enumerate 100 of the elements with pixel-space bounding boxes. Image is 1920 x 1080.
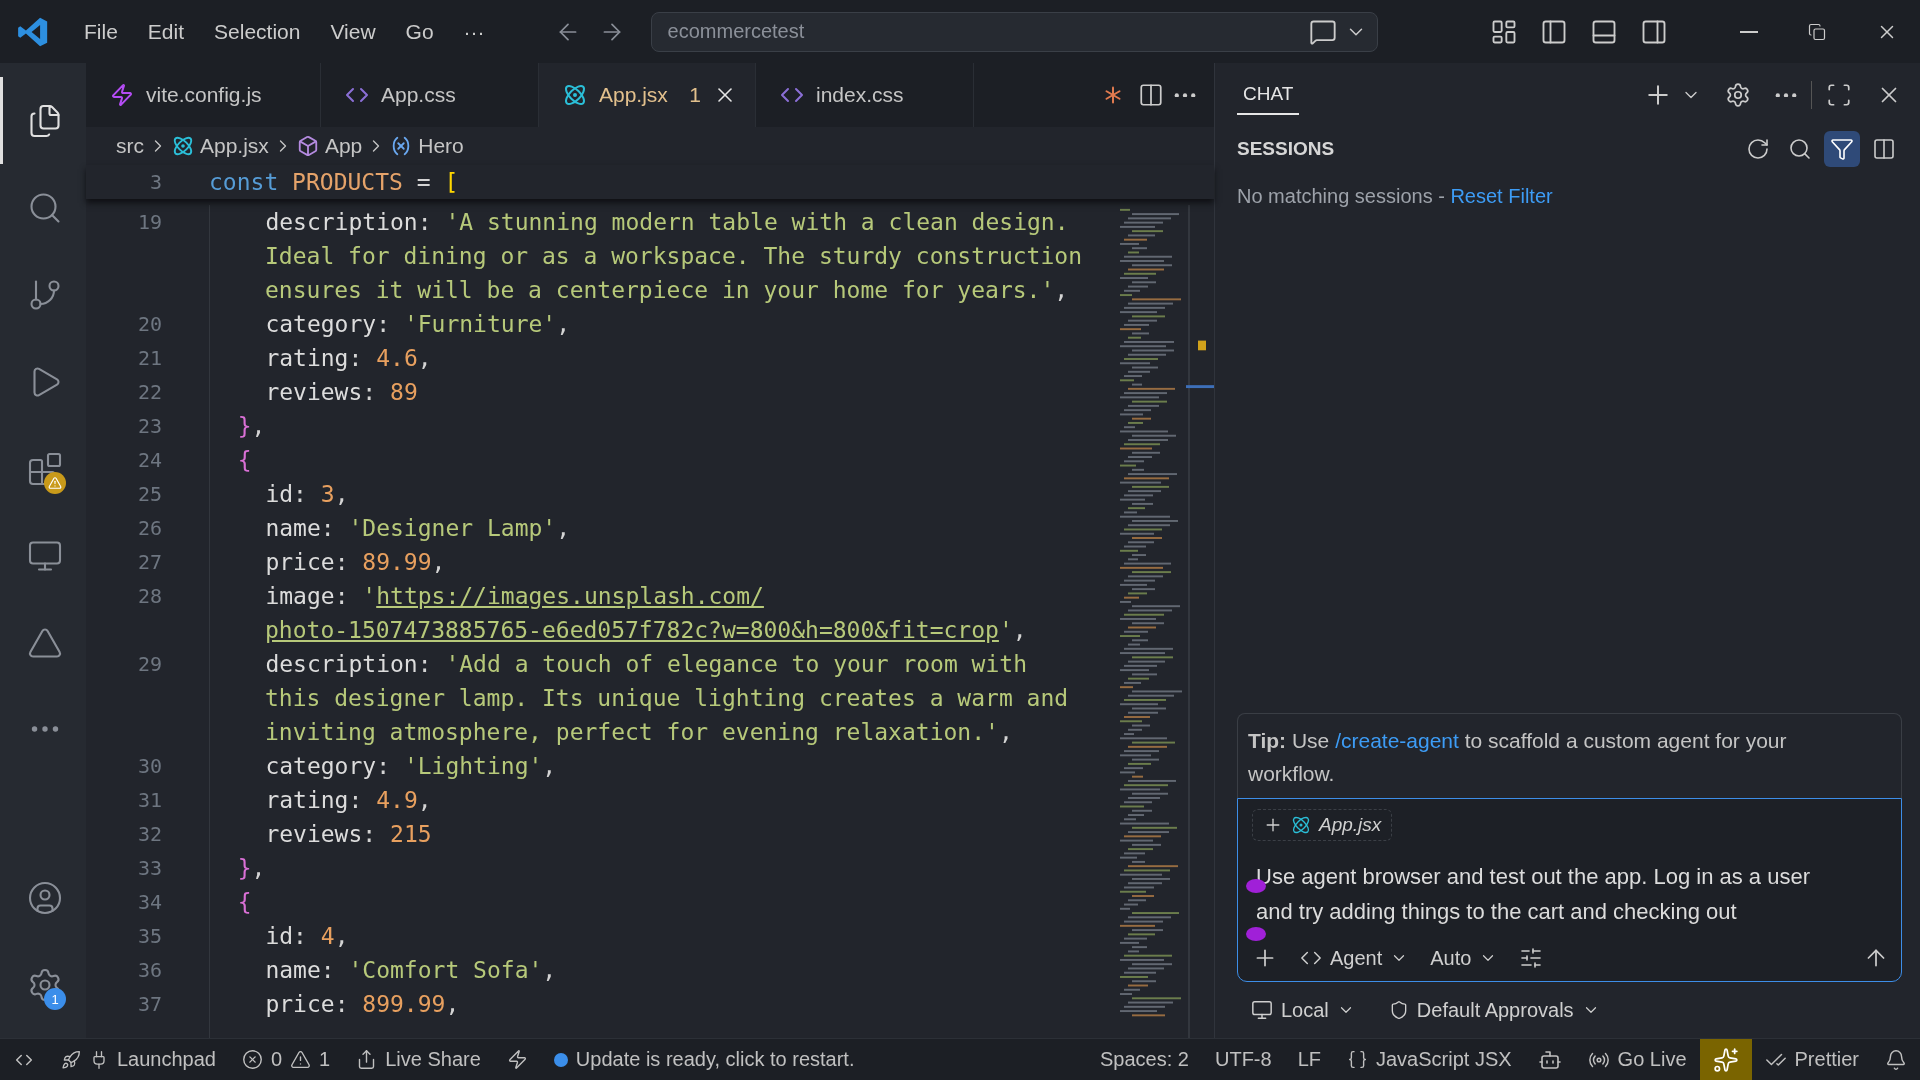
update-button[interactable]: Update is ready, click to restart. <box>540 1039 868 1080</box>
menu-item[interactable]: Go <box>393 19 446 44</box>
line-number: 3 <box>148 169 163 196</box>
line-number: 37 <box>136 991 163 1018</box>
tab-label: App.jsx <box>599 83 668 107</box>
tool-button[interactable] <box>1699 1039 1752 1080</box>
context-file-chip[interactable]: App.jsx <box>1252 809 1393 841</box>
location-dropdown[interactable]: Local <box>1251 998 1355 1022</box>
create-agent-link[interactable]: /create-agent <box>1335 729 1459 752</box>
marker-icon <box>1246 927 1266 941</box>
reset-filter-link[interactable]: Reset Filter <box>1450 185 1553 207</box>
line-number: 35 <box>136 923 163 950</box>
code-line: const PRODUCTS = [ <box>209 168 459 197</box>
more-icon[interactable] <box>1775 92 1797 98</box>
code-line: price: 899.99, <box>264 990 461 1019</box>
menu-item[interactable]: ··· <box>451 19 497 44</box>
breadcrumb-item[interactable]: App.jsx <box>172 134 269 158</box>
breadcrumb-item[interactable]: src <box>116 134 144 158</box>
rocket-icon <box>61 1049 81 1070</box>
code-line: name: 'Designer Lamp', <box>264 514 572 543</box>
line-number: 24 <box>136 447 163 474</box>
tab-label: App.css <box>381 83 456 107</box>
dot-icon <box>553 1052 568 1067</box>
warning-icon <box>290 1049 312 1070</box>
breadcrumb-item[interactable]: Hero <box>390 134 464 158</box>
menu-item[interactable]: Edit <box>135 19 197 44</box>
status-item[interactable]: UTF-8 <box>1201 1039 1285 1080</box>
lightning-icon <box>506 1049 528 1070</box>
code-line: category: 'Lighting', <box>264 752 558 781</box>
code-line: ensures it will be a centerpiece in your home for years.', <box>264 276 1070 305</box>
line-number: 30 <box>136 753 163 780</box>
error-icon <box>242 1049 263 1070</box>
code-line: }, <box>236 412 267 441</box>
code-line: rating: 4.9, <box>264 786 433 815</box>
approvals-dropdown[interactable]: Default Approvals <box>1388 998 1600 1022</box>
line-number: 32 <box>136 821 163 848</box>
status-item[interactable]: LF <box>1284 1039 1334 1080</box>
line-number: 22 <box>136 379 163 406</box>
notification-badge: 1 <box>44 988 66 1010</box>
launchpad-button[interactable]: Launchpad <box>48 1039 229 1080</box>
code-line: { <box>236 888 253 917</box>
prettier-button[interactable]: Prettier <box>1751 1039 1872 1080</box>
tab-label: index.css <box>816 83 904 107</box>
editor-tab[interactable]: App.jsx 1 <box>539 63 756 127</box>
line-number: 33 <box>136 855 163 882</box>
more-icon[interactable] <box>1174 92 1196 98</box>
cube-icon <box>296 135 319 157</box>
extensions-icon <box>26 450 63 487</box>
code-line: Ideal for dining or as a workspace. The sturdy construction <box>264 242 1083 271</box>
error-count: 0 <box>271 1048 283 1071</box>
line-number: 26 <box>136 515 163 542</box>
code-line: photo-1507473885765-e6ed057f782c?w=800&h=800&fit=crop', <box>264 616 1028 645</box>
code-line: category: 'Furniture', <box>264 310 572 339</box>
breadcrumb-item[interactable]: App <box>296 134 363 158</box>
bell-icon <box>1885 1048 1907 1071</box>
line-number: 34 <box>136 889 163 916</box>
scrollbar-drawing[interactable] <box>1186 205 1214 1038</box>
code-line: name: 'Comfort Sofa', <box>264 956 558 985</box>
problem-count: 1 <box>689 83 701 107</box>
live-share-button[interactable]: Live Share <box>343 1039 494 1080</box>
line-number: 28 <box>136 583 163 610</box>
filter-button[interactable] <box>1824 131 1860 167</box>
line-number: 25 <box>136 481 163 508</box>
code-line: reviews: 215 <box>264 820 433 849</box>
refresh-icon <box>1746 137 1770 161</box>
command-center[interactable]: ecommercetest <box>650 11 1378 52</box>
sessions-heading: SESSIONS <box>1237 138 1336 160</box>
menu-item[interactable]: Selection <box>202 19 313 44</box>
status-item[interactable]: Spaces: 2 <box>1087 1039 1202 1080</box>
sliders-icon[interactable] <box>1519 946 1544 970</box>
line-number: 31 <box>136 787 163 814</box>
code-line: image: 'https://images.unsplash.com/ <box>264 582 765 611</box>
code-line: price: 89.99, <box>264 548 447 577</box>
minimize-icon <box>1740 30 1758 33</box>
code-line: description: 'A stunning modern table with a clean design. <box>264 208 1070 237</box>
model-dropdown[interactable]: Auto <box>1430 946 1498 970</box>
menu-item[interactable]: View <box>318 19 388 44</box>
more-icon <box>30 726 59 733</box>
line-number: 21 <box>136 345 163 372</box>
menu-item[interactable]: File <box>72 19 130 44</box>
code-line: id: 3, <box>264 480 350 509</box>
problems-button[interactable]: 0 1 <box>229 1039 344 1080</box>
warning-count: 1 <box>319 1048 331 1071</box>
react-icon <box>1291 815 1311 835</box>
line-number: 36 <box>136 957 163 984</box>
chat-tab[interactable]: CHAT <box>1237 75 1300 115</box>
account-icon <box>26 879 63 916</box>
split-editor-icon[interactable] <box>1138 82 1164 108</box>
line-number: 19 <box>136 209 163 236</box>
mode-dropdown[interactable]: Agent <box>1300 946 1409 970</box>
maximize-icon[interactable] <box>1826 82 1852 108</box>
line-number: 23 <box>136 413 163 440</box>
language-button[interactable]: JavaScript JSX <box>1334 1039 1525 1080</box>
react-icon <box>563 83 587 107</box>
code-line: this designer lamp. Its unique lighting creates a warm and <box>264 684 1070 713</box>
go-live-button[interactable]: Go Live <box>1574 1039 1700 1080</box>
react-icon <box>172 135 194 157</box>
code-line: inviting atmosphere, perfect for evening relaxation.', <box>264 718 1014 747</box>
settings-icon[interactable] <box>1725 82 1751 108</box>
code-line: }, <box>236 854 267 883</box>
